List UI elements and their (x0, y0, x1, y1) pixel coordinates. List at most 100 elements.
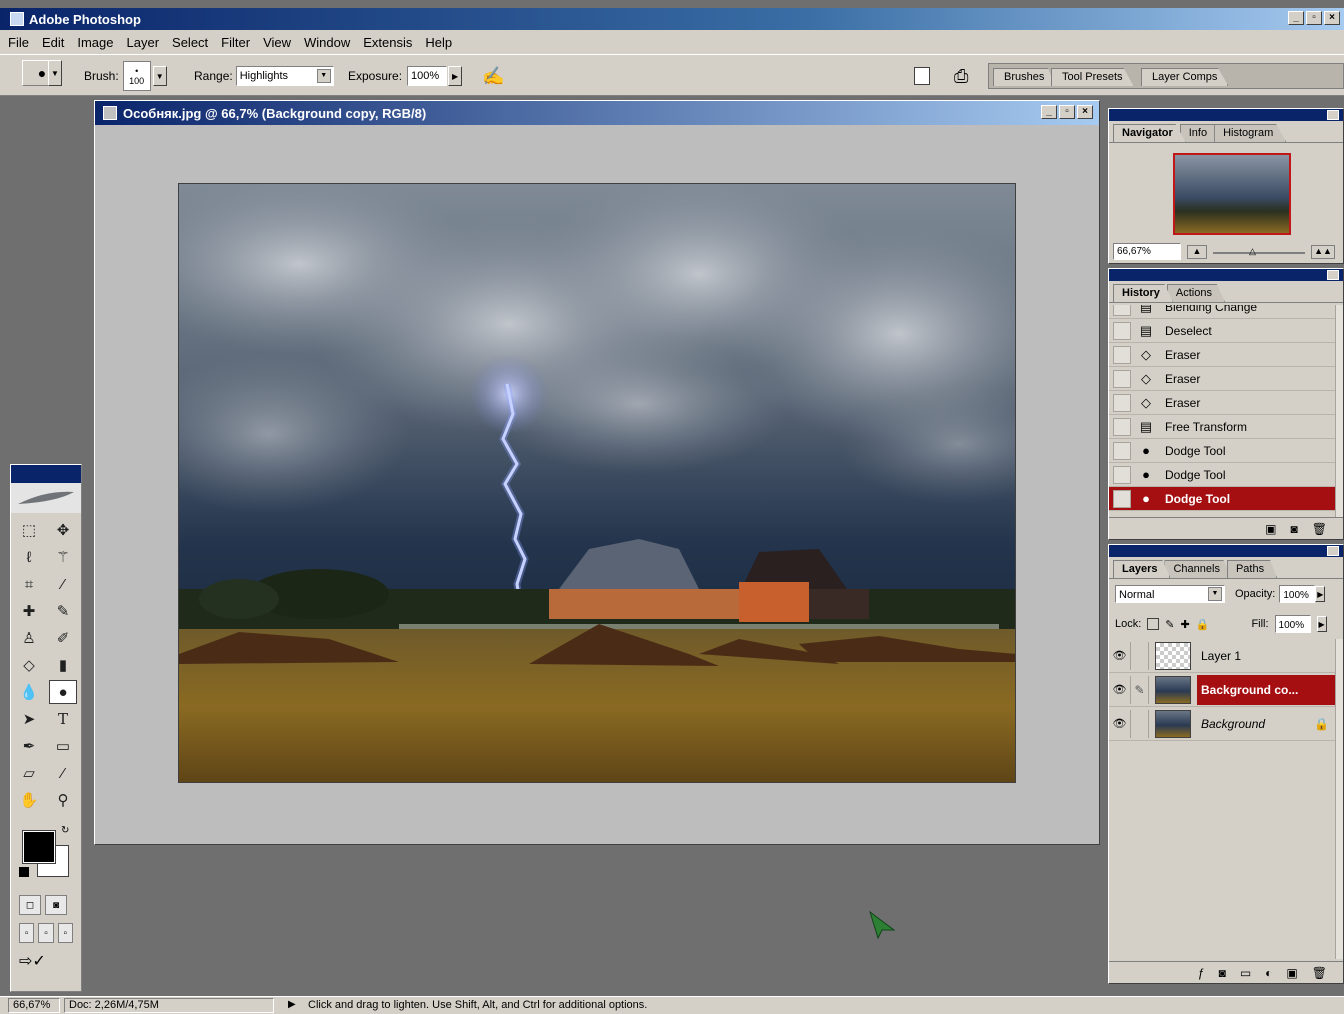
history-palette-menu-button[interactable] (1327, 270, 1339, 280)
feather-logo-icon[interactable] (11, 483, 81, 513)
menu-file[interactable]: File (8, 35, 29, 50)
layer-link-slot[interactable] (1131, 709, 1149, 738)
history-state[interactable]: ● Dodge Tool (1109, 463, 1335, 487)
menu-window[interactable]: Window (304, 35, 350, 50)
menu-extensis[interactable]: Extensis (363, 35, 412, 50)
menu-select[interactable]: Select (172, 35, 208, 50)
zoom-tool-icon[interactable]: ⚲ (49, 788, 77, 812)
layer-link-slot[interactable] (1131, 641, 1149, 670)
menu-filter[interactable]: Filter (221, 35, 250, 50)
palette-well-icon[interactable]: ⎙ (954, 66, 968, 87)
history-brush-source-slot[interactable] (1113, 489, 1131, 508)
history-state[interactable]: ◇ Eraser (1109, 343, 1335, 367)
standard-mode-icon[interactable]: ◻ (19, 895, 41, 915)
history-state[interactable]: ● Dodge Tool (1109, 439, 1335, 463)
history-brush-source-slot[interactable] (1113, 441, 1131, 460)
doc-maximize-button[interactable]: ▫ (1059, 105, 1075, 119)
healing-brush-tool-icon[interactable]: ✚ (15, 599, 43, 623)
fill-input[interactable]: 100% (1274, 615, 1311, 633)
eraser-tool-icon[interactable]: ◇ (15, 653, 43, 677)
new-snapshot-icon[interactable]: ◙ (1291, 522, 1298, 536)
tab-channels[interactable]: Channels (1164, 560, 1233, 578)
lock-position-icon[interactable]: ✚ (1181, 618, 1190, 631)
history-brush-source-slot[interactable] (1113, 321, 1131, 340)
layer-mask-icon[interactable]: ◙ (1219, 966, 1226, 980)
menu-view[interactable]: View (263, 35, 291, 50)
menu-layer[interactable]: Layer (127, 35, 160, 50)
swap-colors-icon[interactable]: ↻ (61, 825, 69, 836)
layers-scrollbar[interactable] (1335, 639, 1343, 959)
doc-minimize-button[interactable]: _ (1041, 105, 1057, 119)
notes-tool-icon[interactable]: ▱ (15, 761, 43, 785)
history-state[interactable]: ● Dodge Tool (1109, 487, 1335, 511)
history-state[interactable]: ▤ Free Transform (1109, 415, 1335, 439)
pen-tool-icon[interactable]: ✒ (15, 734, 43, 758)
brush-tool-icon[interactable]: ✎ (49, 599, 77, 623)
document-canvas[interactable] (178, 183, 1016, 783)
screen-mode-full-menu-icon[interactable]: ▫ (38, 923, 54, 943)
menu-image[interactable]: Image (77, 35, 113, 50)
menu-edit[interactable]: Edit (42, 35, 64, 50)
tab-actions[interactable]: Actions (1166, 284, 1225, 302)
menu-help[interactable]: Help (425, 35, 452, 50)
doc-close-button[interactable]: × (1077, 105, 1093, 119)
gradient-tool-icon[interactable]: ▮ (49, 653, 77, 677)
minimize-button[interactable]: _ (1288, 11, 1304, 25)
navigator-thumbnail[interactable] (1173, 153, 1291, 235)
blur-tool-icon[interactable]: 💧 (15, 680, 43, 704)
lasso-tool-icon[interactable]: ℓ (15, 545, 43, 569)
clone-stamp-tool-icon[interactable]: ♙ (15, 626, 43, 650)
exposure-input[interactable]: 100% (407, 66, 448, 86)
history-state[interactable]: ▤ Blending Change (1109, 305, 1335, 319)
opacity-slider-arrow[interactable]: ▶ (1315, 586, 1326, 602)
layer-row[interactable]: 👁 Layer 1 (1109, 639, 1335, 673)
range-select[interactable]: Highlights ▼ (235, 66, 334, 86)
tab-layers[interactable]: Layers (1113, 560, 1171, 578)
history-brush-source-slot[interactable] (1113, 393, 1131, 412)
delete-layer-icon[interactable]: 🗑 (1312, 966, 1327, 980)
visibility-eye-icon[interactable]: 👁 (1109, 709, 1131, 738)
status-zoom[interactable]: 66,67% (8, 998, 60, 1013)
file-browser-icon[interactable] (914, 67, 930, 85)
visibility-eye-icon[interactable]: 👁 (1109, 675, 1131, 704)
history-state[interactable]: ◇ Eraser (1109, 367, 1335, 391)
layers-palette-menu-button[interactable] (1327, 546, 1339, 556)
marquee-tool-icon[interactable]: ⬚ (15, 518, 43, 542)
well-tab-layer-comps[interactable]: Layer Comps (1141, 68, 1229, 86)
crop-tool-icon[interactable]: ⌗ (15, 572, 43, 596)
fill-slider-arrow[interactable]: ▶ (1316, 616, 1327, 632)
history-brush-source-slot[interactable] (1113, 465, 1131, 484)
slice-tool-icon[interactable]: ⁄ (49, 572, 77, 596)
default-colors-icon[interactable] (19, 867, 29, 877)
brush-picker[interactable]: • 100 (122, 61, 151, 91)
eyedropper-tool-icon[interactable]: ⁄ (49, 761, 77, 785)
airbrush-icon[interactable]: ✍ (482, 66, 504, 87)
history-state[interactable]: ◇ Eraser (1109, 391, 1335, 415)
tab-histogram[interactable]: Histogram (1214, 124, 1287, 142)
magic-wand-tool-icon[interactable]: ⚚ (49, 545, 77, 569)
delete-state-icon[interactable]: 🗑 (1312, 522, 1327, 536)
status-arrow-icon[interactable]: ▶ (288, 999, 296, 1010)
screen-mode-standard-icon[interactable]: ▫ (19, 923, 35, 943)
tab-paths[interactable]: Paths (1226, 560, 1278, 578)
zoom-out-icon[interactable]: ▲ (1187, 245, 1207, 259)
opacity-input[interactable]: 100% (1279, 585, 1316, 603)
lock-image-icon[interactable]: ✎ (1165, 618, 1174, 631)
quick-mask-icon[interactable]: ◙ (45, 895, 67, 915)
navigator-palette-menu-button[interactable] (1327, 110, 1339, 120)
jump-to-imageready-icon[interactable]: ⇨✓ (19, 951, 46, 971)
shape-tool-icon[interactable]: ▭ (49, 734, 77, 758)
new-group-icon[interactable]: ▭ (1240, 966, 1251, 980)
zoom-slider-thumb[interactable]: △ (1249, 246, 1256, 257)
history-brush-source-slot[interactable] (1113, 305, 1131, 316)
tab-history[interactable]: History (1113, 284, 1173, 302)
tab-navigator[interactable]: Navigator (1113, 124, 1186, 142)
layer-row[interactable]: 👁 ✎ Background co... (1109, 673, 1335, 707)
hand-tool-icon[interactable]: ✋ (15, 788, 43, 812)
zoom-in-icon[interactable]: ▲▲ (1311, 245, 1335, 259)
history-state[interactable]: ▤ Deselect (1109, 319, 1335, 343)
new-document-from-state-icon[interactable]: ▣ (1265, 522, 1276, 536)
adjustment-layer-icon[interactable]: ◐ (1265, 966, 1272, 980)
history-brush-tool-icon[interactable]: ✐ (49, 626, 77, 650)
navigator-zoom-input[interactable]: 66,67% (1113, 243, 1181, 260)
